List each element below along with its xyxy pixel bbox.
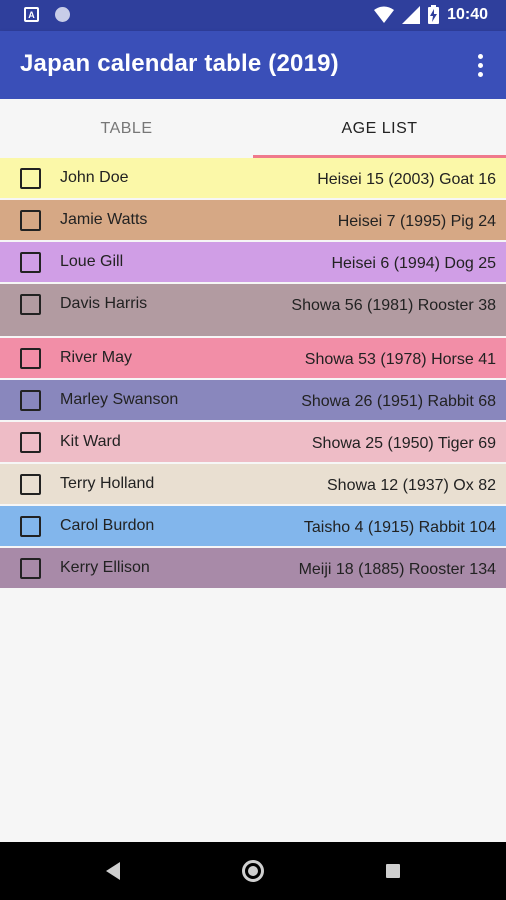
- app-bar: Japan calendar table (2019): [0, 31, 506, 99]
- navigation-bar: [0, 842, 506, 900]
- signal-icon: [402, 5, 421, 24]
- person-name: Davis Harris: [60, 295, 148, 312]
- row-checkbox[interactable]: [20, 432, 41, 453]
- era-year-zodiac-age: Heisei 7 (1995) Pig 24: [337, 213, 496, 230]
- person-name: Marley Swanson: [60, 391, 179, 408]
- era-year-zodiac-age: Taisho 4 (1915) Rabbit 104: [303, 519, 496, 536]
- home-icon[interactable]: [242, 860, 264, 882]
- person-name: Kerry Ellison: [60, 559, 150, 576]
- list-item[interactable]: Jamie Watts Heisei 7 (1995) Pig 24: [0, 200, 506, 242]
- status-bar: A 10:40: [0, 0, 506, 31]
- app-notification-icon: A: [24, 7, 39, 22]
- list-item[interactable]: Kerry Ellison Meiji 18 (1885) Rooster 134: [0, 548, 506, 590]
- list-item[interactable]: River May Showa 53 (1978) Horse 41: [0, 338, 506, 380]
- battery-charging-icon: [428, 5, 440, 24]
- row-checkbox[interactable]: [20, 168, 41, 189]
- row-checkbox[interactable]: [20, 348, 41, 369]
- row-checkbox[interactable]: [20, 294, 41, 315]
- era-year-zodiac-age: Showa 56 (1981) Rooster 38: [291, 297, 496, 314]
- list-item[interactable]: Kit Ward Showa 25 (1950) Tiger 69: [0, 422, 506, 464]
- circle-notification-icon: [55, 7, 70, 22]
- row-checkbox[interactable]: [20, 558, 41, 579]
- person-name: Jamie Watts: [60, 211, 148, 228]
- list-item[interactable]: Carol Burdon Taisho 4 (1915) Rabbit 104: [0, 506, 506, 548]
- row-checkbox[interactable]: [20, 210, 41, 231]
- era-year-zodiac-age: Heisei 15 (2003) Goat 16: [317, 171, 496, 188]
- clock: 10:40: [447, 5, 488, 23]
- era-year-zodiac-age: Showa 25 (1950) Tiger 69: [311, 435, 496, 452]
- row-checkbox[interactable]: [20, 252, 41, 273]
- era-year-zodiac-age: Showa 12 (1937) Ox 82: [327, 477, 496, 494]
- person-name: John Doe: [60, 169, 129, 186]
- list-item[interactable]: John Doe Heisei 15 (2003) Goat 16: [0, 158, 506, 200]
- row-checkbox[interactable]: [20, 516, 41, 537]
- more-vert-icon[interactable]: [468, 51, 492, 79]
- recents-icon[interactable]: [386, 864, 400, 878]
- person-name: Kit Ward: [60, 433, 121, 450]
- era-year-zodiac-age: Showa 26 (1951) Rabbit 68: [301, 393, 496, 410]
- row-checkbox[interactable]: [20, 474, 41, 495]
- back-icon[interactable]: [106, 862, 120, 880]
- tab-table[interactable]: TABLE: [0, 99, 253, 158]
- person-name: Loue Gill: [60, 253, 124, 270]
- list-item[interactable]: Davis Harris Showa 56 (1981) Rooster 38: [0, 284, 506, 338]
- list-item[interactable]: Terry Holland Showa 12 (1937) Ox 82: [0, 464, 506, 506]
- person-name: River May: [60, 349, 133, 366]
- list-item[interactable]: Loue Gill Heisei 6 (1994) Dog 25: [0, 242, 506, 284]
- person-name: Terry Holland: [60, 475, 155, 492]
- era-year-zodiac-age: Showa 53 (1978) Horse 41: [304, 351, 496, 368]
- era-year-zodiac-age: Heisei 6 (1994) Dog 25: [331, 255, 496, 272]
- wifi-icon: [374, 6, 395, 23]
- row-checkbox[interactable]: [20, 390, 41, 411]
- list-item[interactable]: Marley Swanson Showa 26 (1951) Rabbit 68: [0, 380, 506, 422]
- era-year-zodiac-age: Meiji 18 (1885) Rooster 134: [298, 561, 496, 578]
- tab-bar: TABLE AGE LIST: [0, 99, 506, 158]
- person-name: Carol Burdon: [60, 517, 155, 534]
- tab-age-list[interactable]: AGE LIST: [253, 99, 506, 158]
- page-title: Japan calendar table (2019): [20, 50, 339, 77]
- age-list: John Doe Heisei 15 (2003) Goat 16 Jamie Wa…: [0, 158, 506, 590]
